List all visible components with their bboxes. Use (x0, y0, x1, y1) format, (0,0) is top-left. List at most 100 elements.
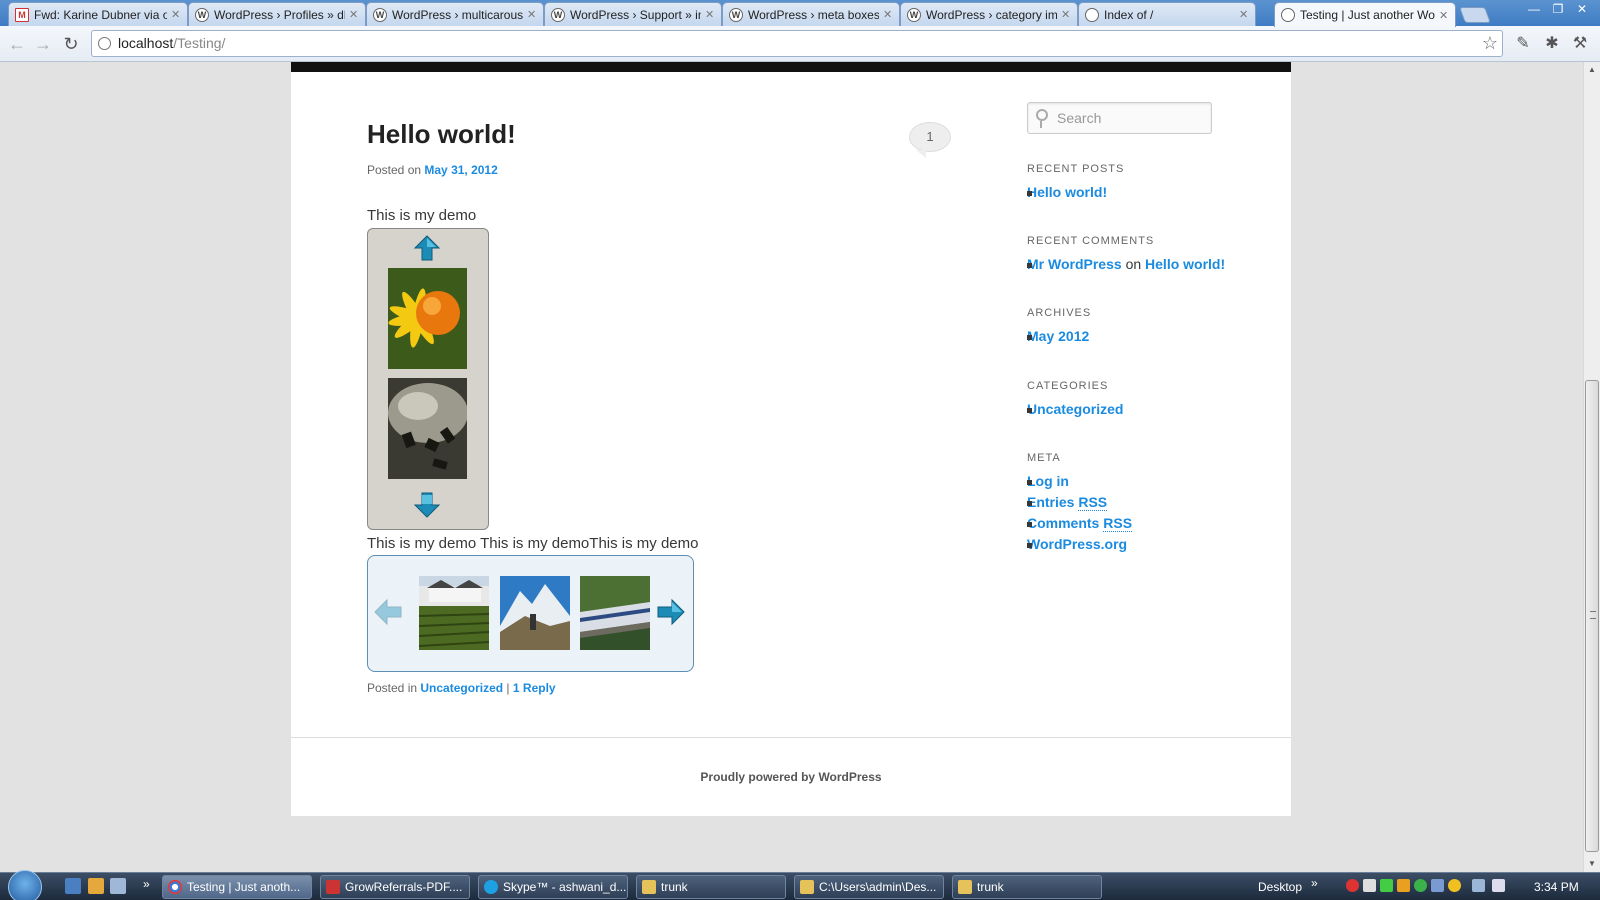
scroll-up-icon[interactable]: ▲ (1584, 62, 1600, 78)
taskbar-item-explorer[interactable]: C:\Users\admin\Des... (794, 875, 944, 899)
restore-icon[interactable]: ❐ (1546, 1, 1570, 17)
bug-icon[interactable]: ✱ (1542, 34, 1562, 54)
archives-list: May 2012 (1027, 328, 1089, 349)
tab-wp-support[interactable]: W WordPress › Support » im ✕ (544, 2, 722, 26)
address-bar[interactable]: localhost/Testing/ ☆ (91, 30, 1503, 57)
tab-wp-category[interactable]: W WordPress › category ima ✕ (900, 2, 1078, 26)
close-tab-icon[interactable]: ✕ (349, 8, 359, 21)
wrench-icon[interactable]: ⚒ (1570, 34, 1590, 54)
search-input[interactable]: Search (1027, 102, 1212, 134)
carousel-up-arrow-icon[interactable] (414, 235, 440, 261)
taskbar-item-skype[interactable]: Skype™ - ashwani_d... (478, 875, 628, 899)
close-tab-icon[interactable]: ✕ (705, 8, 715, 21)
back-arrow-icon[interactable]: ← (6, 33, 28, 55)
sync-icon[interactable] (1414, 879, 1427, 892)
post-text-1: This is my demo (367, 207, 477, 224)
cloud-icon[interactable] (1363, 879, 1376, 892)
entries-rss-link[interactable]: Entries RSS (1027, 494, 1108, 511)
comment-author-link[interactable]: Mr WordPress (1027, 256, 1122, 272)
address-host: localhost (118, 35, 174, 51)
carousel-right-arrow-icon[interactable] (657, 598, 685, 626)
tab-title: WordPress › Profiles » dh (214, 7, 345, 22)
close-tab-icon[interactable]: ✕ (883, 8, 893, 21)
meta-list: Log in Entries RSS Comments RSS WordPres… (1027, 473, 1133, 557)
powered-by-link[interactable]: Proudly powered by WordPress (700, 770, 881, 784)
desktop-toolbar-label[interactable]: Desktop (1258, 880, 1302, 894)
app-tray-icon[interactable] (1397, 879, 1410, 892)
signal-icon[interactable] (1380, 879, 1393, 892)
close-tab-icon[interactable]: ✕ (171, 8, 181, 21)
tab-index-of[interactable]: Index of / ✕ (1078, 2, 1256, 26)
carousel-down-arrow-icon[interactable] (414, 492, 440, 518)
tray-more-icon[interactable]: » (1311, 876, 1318, 890)
taskbar-item-pdf[interactable]: GrowReferrals-PDF.... (320, 875, 470, 899)
close-window-icon[interactable]: ✕ (1570, 1, 1594, 17)
mountain-thumbnail[interactable] (500, 576, 570, 650)
tab-title: WordPress › meta boxes (748, 7, 879, 22)
abstract-thumbnail[interactable] (388, 378, 467, 479)
scroll-down-icon[interactable]: ▼ (1584, 856, 1600, 872)
comment-post-link[interactable]: Hello world! (1145, 256, 1225, 272)
close-tab-icon[interactable]: ✕ (527, 8, 537, 21)
browser-tabstrip: M Fwd: Karine Dubner via o ✕ W WordPress… (0, 0, 1600, 27)
bookmark-star-icon[interactable]: ☆ (1482, 31, 1498, 56)
vineyard-thumbnail[interactable] (419, 576, 489, 650)
carousel-left-arrow-icon[interactable] (374, 598, 402, 626)
list-item: WordPress.org (1027, 536, 1132, 552)
flower-thumbnail[interactable] (388, 268, 467, 369)
train-thumbnail[interactable] (580, 576, 650, 650)
entries-label: Entries (1027, 494, 1075, 510)
display-icon[interactable] (1472, 879, 1485, 892)
wordpress-org-link[interactable]: WordPress.org (1027, 536, 1127, 552)
taskbar-item-trunk-2[interactable]: trunk (952, 875, 1102, 899)
quicklaunch-more-icon[interactable]: » (143, 877, 150, 891)
comments-bubble[interactable]: 1 (909, 122, 951, 158)
rss-abbr: RSS (1103, 515, 1133, 532)
clock[interactable]: 3:34 PM (1534, 880, 1579, 894)
page-info-icon[interactable] (98, 37, 111, 50)
archive-link[interactable]: May 2012 (1027, 328, 1089, 344)
tab-wp-multicarousel[interactable]: W WordPress › multicarousel ✕ (366, 2, 544, 26)
reply-link[interactable]: 1 Reply (513, 681, 556, 695)
comments-label: Comments (1027, 515, 1100, 531)
list-item: Mr WordPress on Hello world! (1027, 256, 1257, 272)
network-icon[interactable] (1431, 879, 1444, 892)
tab-testing-active[interactable]: Testing | Just another Wo ✕ (1274, 2, 1456, 27)
post-date-link[interactable]: May 31, 2012 (424, 163, 497, 177)
minimize-icon[interactable]: — (1522, 1, 1546, 17)
header-bar (291, 62, 1291, 72)
login-link[interactable]: Log in (1027, 473, 1069, 489)
scrollbar-thumb[interactable] (1585, 380, 1599, 852)
meta-separator: | (506, 681, 510, 695)
close-tab-icon[interactable]: ✕ (1439, 9, 1449, 22)
tab-wp-profiles[interactable]: W WordPress › Profiles » dh ✕ (188, 2, 366, 26)
start-button[interactable] (8, 870, 42, 900)
show-desktop-icon[interactable] (65, 878, 81, 894)
task-label: Testing | Just anoth... (187, 880, 301, 894)
close-tab-icon[interactable]: ✕ (1239, 8, 1249, 21)
new-tab-button[interactable] (1459, 7, 1491, 23)
tab-gmail[interactable]: M Fwd: Karine Dubner via o ✕ (8, 2, 188, 26)
media-player-icon[interactable] (88, 878, 104, 894)
recent-post-link[interactable]: Hello world! (1027, 184, 1107, 200)
category-sidebar-link[interactable]: Uncategorized (1027, 401, 1123, 417)
volume-muted-icon[interactable] (1492, 879, 1505, 892)
taskbar-item-chrome[interactable]: Testing | Just anoth... (162, 875, 312, 899)
site-footer: Proudly powered by WordPress (291, 737, 1291, 816)
taskbar-item-trunk-1[interactable]: trunk (636, 875, 786, 899)
vertical-scrollbar[interactable]: ▲ ▼ (1583, 62, 1600, 872)
security-alert-icon[interactable] (1346, 879, 1359, 892)
vertical-carousel (367, 228, 489, 530)
comments-rss-link[interactable]: Comments RSS (1027, 515, 1133, 532)
category-link[interactable]: Uncategorized (420, 681, 503, 695)
switch-windows-icon[interactable] (110, 878, 126, 894)
tab-wp-meta-boxes[interactable]: W WordPress › meta boxes ✕ (722, 2, 900, 26)
reload-icon[interactable]: ↻ (60, 33, 82, 55)
wordpress-icon: W (195, 7, 209, 22)
eyedropper-icon[interactable]: ✎ (1513, 34, 1533, 54)
messenger-icon[interactable] (1448, 879, 1461, 892)
post-title[interactable]: Hello world! (367, 119, 516, 150)
forward-arrow-icon[interactable]: → (32, 33, 54, 55)
close-tab-icon[interactable]: ✕ (1061, 8, 1071, 21)
search-placeholder: Search (1057, 110, 1102, 126)
